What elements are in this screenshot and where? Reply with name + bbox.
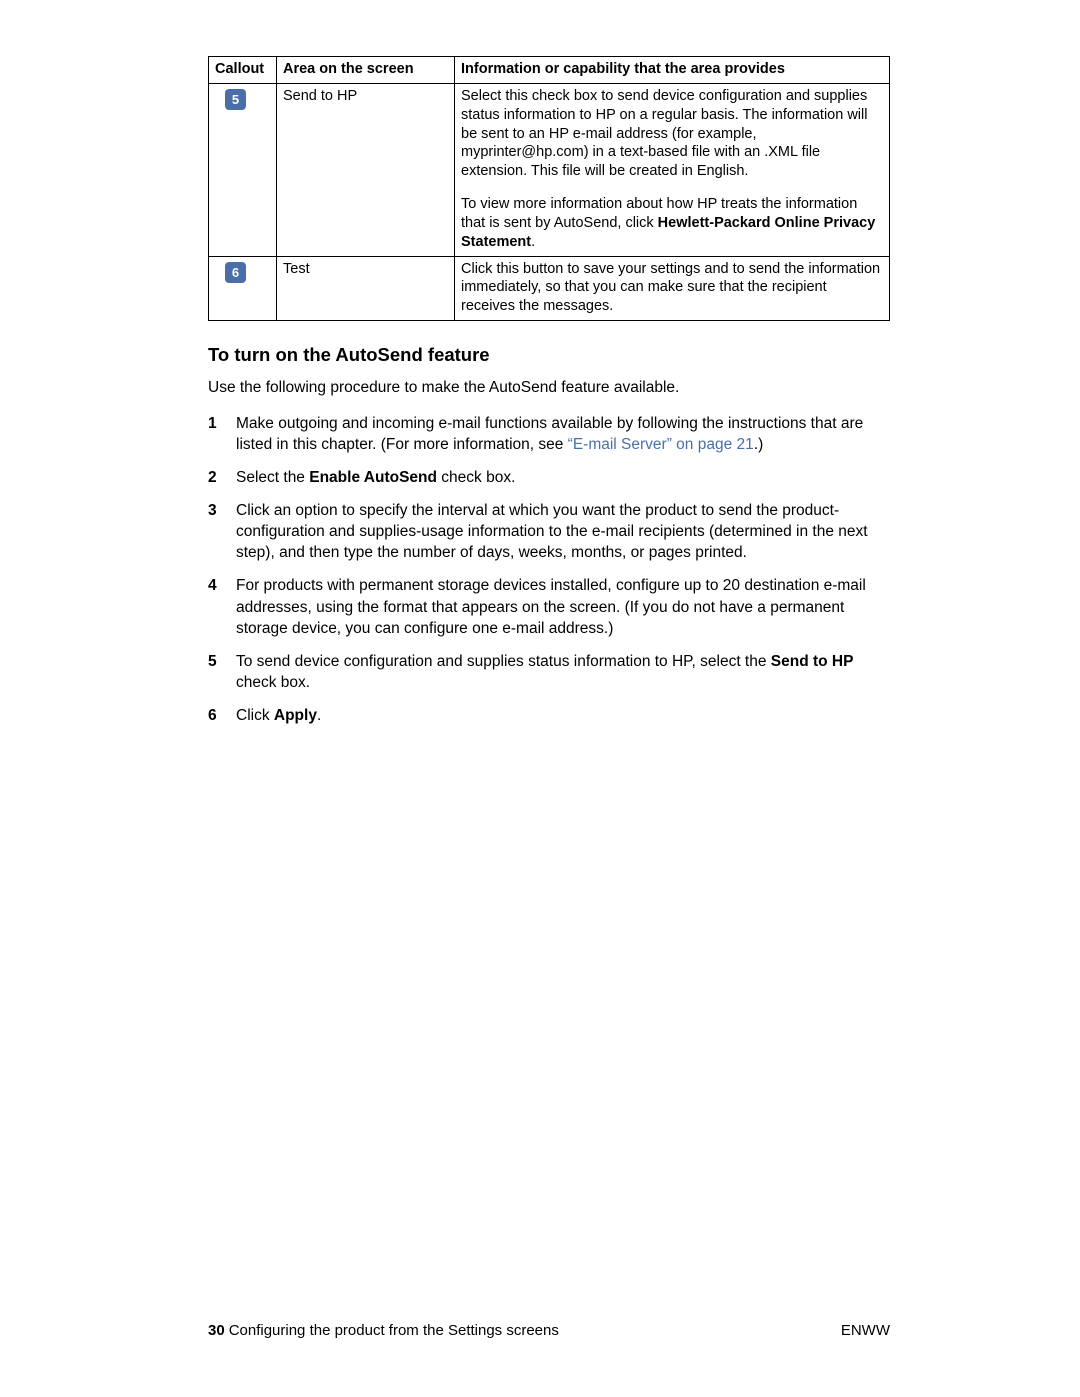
cell-info: Click this button to save your settings … xyxy=(455,256,890,321)
callout-badge: 5 xyxy=(225,89,246,110)
info-paragraph: Select this check box to send device con… xyxy=(461,87,883,181)
table-row: 6 Test Click this button to save your se… xyxy=(209,256,890,321)
callout-badge: 6 xyxy=(225,262,246,283)
crossref-link[interactable]: “E-mail Server” on page 21 xyxy=(568,436,754,453)
step-item: Make outgoing and incoming e-mail functi… xyxy=(208,413,890,455)
cell-area: Test xyxy=(277,256,455,321)
intro-text: Use the following procedure to make the … xyxy=(208,378,890,399)
step-item: Click an option to specify the interval … xyxy=(208,500,890,563)
page-number: 30 xyxy=(208,1322,225,1339)
steps-list: Make outgoing and incoming e-mail functi… xyxy=(208,413,890,726)
step-item: To send device configuration and supplie… xyxy=(208,651,890,693)
header-info: Information or capability that the area … xyxy=(455,57,890,84)
cell-callout: 6 xyxy=(209,256,277,321)
table-row: 5 Send to HP Select this check box to se… xyxy=(209,83,890,256)
header-callout: Callout xyxy=(209,57,277,84)
step-item: For products with permanent storage devi… xyxy=(208,575,890,638)
info-paragraph: Click this button to save your settings … xyxy=(461,260,883,317)
section-heading: To turn on the AutoSend feature xyxy=(208,343,890,368)
step-item: Select the Enable AutoSend check box. xyxy=(208,467,890,488)
footer-left: 30Configuring the product from the Setti… xyxy=(208,1321,559,1341)
header-area: Area on the screen xyxy=(277,57,455,84)
callout-table: Callout Area on the screen Information o… xyxy=(208,56,890,321)
info-paragraph: To view more information about how HP tr… xyxy=(461,195,883,252)
step-item: Click Apply. xyxy=(208,705,890,726)
cell-area: Send to HP xyxy=(277,83,455,256)
chapter-title: Configuring the product from the Setting… xyxy=(229,1322,559,1339)
page-footer: 30Configuring the product from the Setti… xyxy=(208,1321,890,1341)
footer-right: ENWW xyxy=(841,1321,890,1341)
cell-callout: 5 xyxy=(209,83,277,256)
cell-info: Select this check box to send device con… xyxy=(455,83,890,256)
